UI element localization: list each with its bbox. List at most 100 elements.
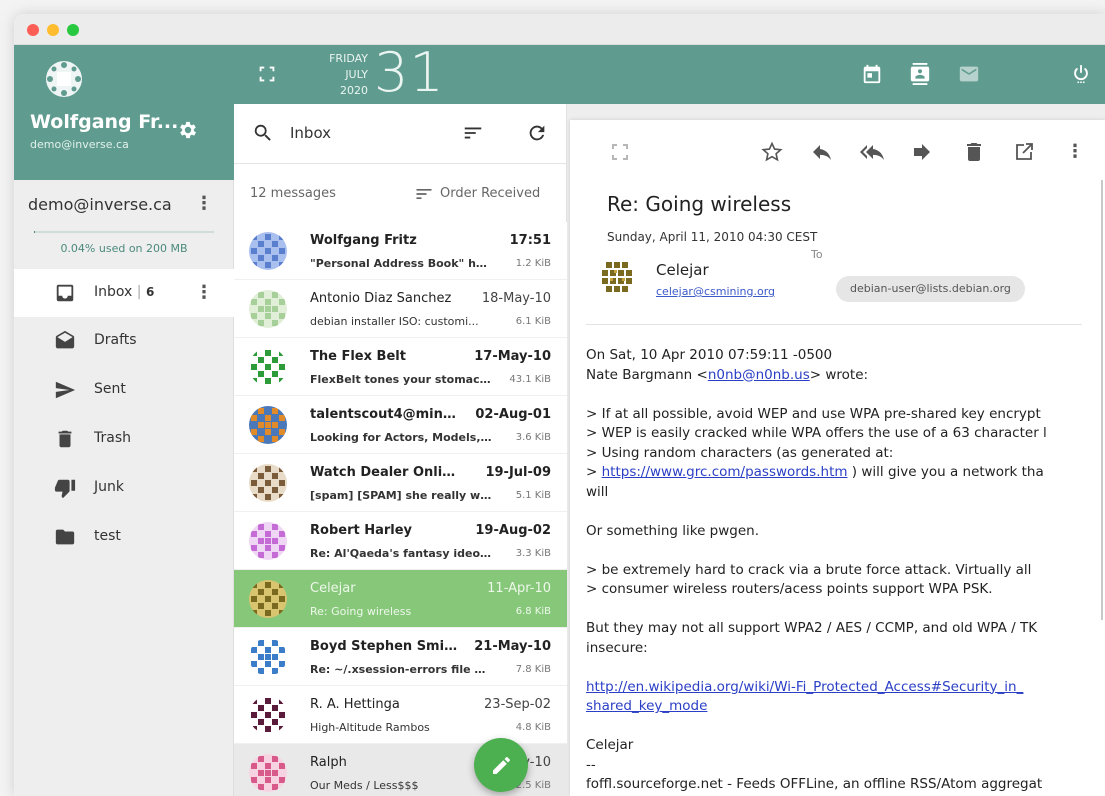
body-line: Or something like pwgen. (586, 522, 760, 539)
inbox-unread-count: 6 (145, 285, 155, 299)
message-date: Sunday, April 11, 2010 04:30 CEST (607, 230, 818, 244)
message-row[interactable]: Celejar 11-Apr-10 Re: Going wireless 6.8 Ki… (234, 570, 567, 628)
account-row[interactable]: demo@inverse.ca ⋮ (14, 180, 234, 228)
message-date: 02-Aug-01 (475, 407, 551, 422)
sidebar-item-junk[interactable]: Junk (14, 464, 234, 512)
message-subject: "Personal Address Book" has... (310, 257, 492, 270)
recipient-chip[interactable]: debian-user@lists.debian.org (836, 276, 1025, 302)
quote-line: > https://www.grc.com/passwords.htm ) wi… (586, 463, 1105, 483)
user-email: demo@inverse.ca (30, 138, 129, 151)
gear-icon[interactable] (177, 119, 199, 141)
search-icon[interactable] (252, 122, 274, 144)
sender-avatar (598, 258, 636, 296)
message-sender: The Flex Belt (310, 349, 406, 364)
weekday: FRIDAY (329, 52, 368, 65)
sender-avatar (249, 754, 287, 792)
sort-order-icon[interactable] (414, 184, 434, 204)
body-line: On Sat, 10 Apr 2010 07:59:11 -0500 (586, 347, 833, 363)
sidebar-item-inbox[interactable]: Inbox | 6 ⋮ (14, 269, 234, 317)
close-dot[interactable] (27, 24, 39, 36)
sort-order[interactable]: Order Received (440, 186, 540, 201)
delete-icon[interactable] (962, 140, 986, 164)
contacts-icon[interactable] (909, 63, 931, 85)
star-icon[interactable] (760, 140, 784, 164)
sent-icon (54, 379, 76, 401)
calendar-icon[interactable] (861, 63, 883, 85)
message-subject: Re: ~/.xsession-errors file gr... (310, 663, 492, 676)
message-size: 4.8 KiB (515, 722, 551, 733)
sidebar: Wolfgang Fr... demo@inverse.ca demo@inve… (14, 45, 234, 796)
quota-bar (34, 231, 214, 233)
body-text: ) will give you a network tha (847, 464, 1044, 480)
message-row[interactable]: R. A. Hettinga 23-Sep-02 High-Altitude Ram… (234, 686, 567, 744)
forward-icon[interactable] (910, 140, 934, 164)
reply-icon[interactable] (810, 140, 834, 164)
email-link[interactable]: n0nb@n0nb.us (708, 367, 810, 383)
quote-line: > consumer wireless routers/acess points… (586, 581, 993, 597)
wiki-link-cont[interactable]: shared_key_mode (586, 698, 707, 714)
app-window: Wolfgang Fr... demo@inverse.ca demo@inve… (14, 14, 1105, 796)
wiki-link[interactable]: http://en.wikipedia.org/wiki/Wi-Fi_Prote… (586, 679, 1023, 695)
message-row[interactable]: Robert Harley 19-Aug-02 Re: Al'Qaeda's fan… (234, 512, 567, 570)
window-titlebar (14, 14, 1105, 45)
sidebar-item-test[interactable]: test (14, 513, 234, 561)
sender-name: Celejar (656, 261, 709, 279)
sort-icon[interactable] (462, 122, 484, 144)
body-text: > wrote: (809, 366, 869, 383)
compose-button[interactable] (474, 738, 528, 792)
mail-icon[interactable] (958, 63, 980, 85)
reply-all-icon[interactable] (860, 140, 884, 164)
message-date: 11-Apr-10 (487, 581, 551, 596)
zoom-dot[interactable] (67, 24, 79, 36)
message-row[interactable]: Wolfgang Fritz 17:51 "Personal Address Boo… (234, 222, 567, 280)
message-row[interactable]: Boyd Stephen Smith... 21-May-10 Re: ~/.xse… (234, 628, 567, 686)
open-in-window-icon[interactable] (1012, 140, 1036, 164)
message-subject: Looking for Actors, Models, S... (310, 431, 492, 444)
reader-scrollbar[interactable] (1101, 180, 1103, 620)
reading-pane-area: ⋮ Re: Going wireless Sunday, April 11, 2… (567, 104, 1105, 796)
quota-text: 0.04% used on 200 MB (60, 242, 188, 255)
search-input[interactable]: Inbox (290, 124, 331, 142)
message-size: 6.8 KiB (515, 606, 551, 617)
more-icon[interactable]: ⋮ (1065, 142, 1085, 162)
body-line: will (586, 483, 609, 500)
sender-email-link[interactable]: celejar@csmining.org (656, 285, 775, 298)
quote-line: > WEP is easily cracked while WPA offers… (586, 425, 1047, 441)
minimize-dot[interactable] (47, 24, 59, 36)
message-size: 6.1 KiB (515, 316, 551, 327)
drafts-icon (54, 330, 76, 352)
refresh-icon[interactable] (526, 122, 548, 144)
sender-avatar (249, 406, 287, 444)
message-sender: Wolfgang Fritz (310, 233, 417, 248)
sidebar-item-drafts[interactable]: Drafts (14, 317, 234, 365)
sidebar-item-label: Sent (94, 381, 126, 397)
link-line: http://en.wikipedia.org/wiki/Wi-Fi_Prote… (586, 678, 1105, 698)
url-link[interactable]: https://www.grc.com/passwords.htm (602, 464, 848, 480)
message-row[interactable]: talentscout4@mind... 02-Aug-01 Looking for… (234, 396, 567, 454)
message-row[interactable]: The Flex Belt 17-May-10 FlexBelt tones you… (234, 338, 567, 396)
message-date: 17:51 (509, 233, 551, 248)
search-bar: Inbox (234, 104, 567, 164)
sender-avatar (249, 580, 287, 618)
folder-more-icon[interactable]: ⋮ (194, 283, 214, 303)
sidebar-header: Wolfgang Fr... demo@inverse.ca (14, 45, 234, 180)
message-sender: talentscout4@mind... (310, 407, 460, 422)
sidebar-item-sent[interactable]: Sent (14, 366, 234, 414)
message-size: 7.8 KiB (515, 664, 551, 675)
message-row[interactable]: Antonio Diaz Sanchez 18-May-10 debian inst… (234, 280, 567, 338)
message-size: 1.2 KiB (515, 258, 551, 269)
expand-icon[interactable] (608, 140, 632, 164)
sidebar-item-trash[interactable]: Trash (14, 415, 234, 463)
message-subject: Re: Al'Qaeda's fantasy ideolo... (310, 547, 492, 560)
account-more-icon[interactable]: ⋮ (194, 194, 214, 214)
sidebar-item-label: Trash (94, 430, 131, 446)
fullscreen-icon[interactable] (256, 63, 278, 85)
message-row[interactable]: Watch Dealer Online 19-Jul-09 [spam] [SPAM… (234, 454, 567, 512)
body-line: Nate Bargmann <n0nb@n0nb.us> wrote: (586, 366, 1105, 386)
power-icon[interactable] (1070, 63, 1092, 85)
quote-line: > be extremely hard to crack via a brute… (586, 561, 1032, 578)
pencil-icon (493, 757, 510, 774)
body-text: > (586, 464, 602, 480)
message-date: 19-Aug-02 (475, 523, 551, 538)
app-logo (44, 59, 84, 99)
